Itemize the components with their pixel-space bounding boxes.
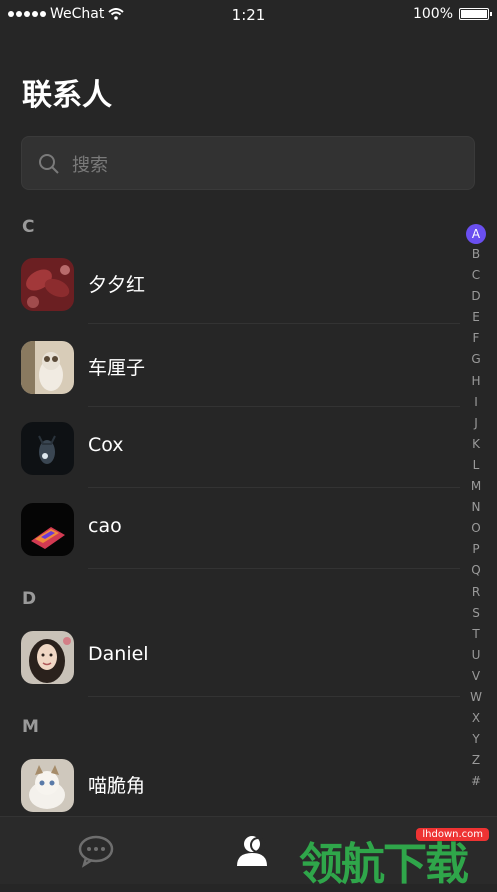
- contact-row[interactable]: 夕夕红: [0, 244, 460, 324]
- contact-row[interactable]: cao: [0, 489, 460, 569]
- row-divider: [88, 696, 460, 697]
- index-letter[interactable]: V: [466, 666, 486, 687]
- contact-name: 车厘子: [88, 357, 146, 379]
- index-letter[interactable]: X: [466, 708, 486, 729]
- page-title: 联系人: [22, 78, 112, 113]
- index-letter[interactable]: G: [466, 349, 486, 370]
- section-header: M: [22, 717, 39, 737]
- index-letter[interactable]: H: [466, 371, 486, 392]
- contact-name: 喵脆角: [88, 775, 146, 797]
- contact-name: Daniel: [88, 643, 149, 665]
- contact-row[interactable]: Daniel: [0, 617, 460, 697]
- contact-row[interactable]: 车厘子: [0, 327, 460, 407]
- index-letter[interactable]: C: [466, 265, 486, 286]
- index-letter[interactable]: A: [466, 224, 486, 244]
- index-letter[interactable]: D: [466, 286, 486, 307]
- index-letter[interactable]: J: [466, 413, 486, 434]
- index-letter[interactable]: T: [466, 624, 486, 645]
- index-letter[interactable]: P: [466, 539, 486, 560]
- avatar: [21, 759, 74, 812]
- index-letter[interactable]: W: [466, 687, 486, 708]
- index-letter[interactable]: N: [466, 497, 486, 518]
- avatar: [21, 341, 74, 394]
- watermark-logo: 领航下载 lhdown.com: [299, 826, 489, 890]
- index-letter[interactable]: Y: [466, 729, 486, 750]
- contact-row[interactable]: 喵脆角: [0, 745, 460, 825]
- index-letter[interactable]: M: [466, 476, 486, 497]
- tab-chats[interactable]: [76, 831, 116, 871]
- row-divider: [88, 406, 460, 407]
- chat-bubble-icon: [78, 835, 114, 868]
- contact-name: cao: [88, 515, 122, 537]
- index-letter[interactable]: F: [466, 328, 486, 349]
- contact-row[interactable]: Cox: [0, 408, 460, 488]
- index-letter[interactable]: B: [466, 244, 486, 265]
- index-letter[interactable]: Z: [466, 750, 486, 771]
- contact-name: Cox: [88, 434, 124, 456]
- index-letter[interactable]: S: [466, 603, 486, 624]
- index-letter[interactable]: R: [466, 582, 486, 603]
- index-letter[interactable]: #: [466, 771, 486, 792]
- battery-percent: 100%: [412, 6, 453, 22]
- search-placeholder: 搜索: [72, 155, 108, 176]
- index-letter[interactable]: U: [466, 645, 486, 666]
- index-letter[interactable]: Q: [466, 560, 486, 581]
- index-letter[interactable]: L: [466, 455, 486, 476]
- avatar: [21, 422, 74, 475]
- status-bar: WeChat 1:21 100%: [0, 0, 497, 30]
- row-divider: [88, 323, 460, 324]
- battery-group: 100%: [412, 6, 492, 22]
- tab-contacts[interactable]: [232, 831, 272, 871]
- search-input[interactable]: 搜索: [21, 136, 475, 190]
- section-header: C: [22, 217, 35, 237]
- battery-icon: [459, 8, 492, 20]
- avatar: [21, 631, 74, 684]
- contact-name: 夕夕红: [88, 274, 146, 296]
- contacts-icon: [237, 836, 267, 866]
- index-letter[interactable]: O: [466, 518, 486, 539]
- section-header: D: [22, 589, 37, 609]
- watermark-badge: lhdown.com: [416, 828, 489, 841]
- search-icon: [39, 154, 59, 174]
- avatar: [21, 503, 74, 556]
- alphabet-index[interactable]: A B C D E F G H I J K L M N O P Q R S T …: [466, 224, 486, 792]
- index-letter[interactable]: E: [466, 307, 486, 328]
- row-divider: [88, 568, 460, 569]
- index-letter[interactable]: K: [466, 434, 486, 455]
- row-divider: [88, 487, 460, 488]
- index-letter[interactable]: I: [466, 392, 486, 413]
- avatar: [21, 258, 74, 311]
